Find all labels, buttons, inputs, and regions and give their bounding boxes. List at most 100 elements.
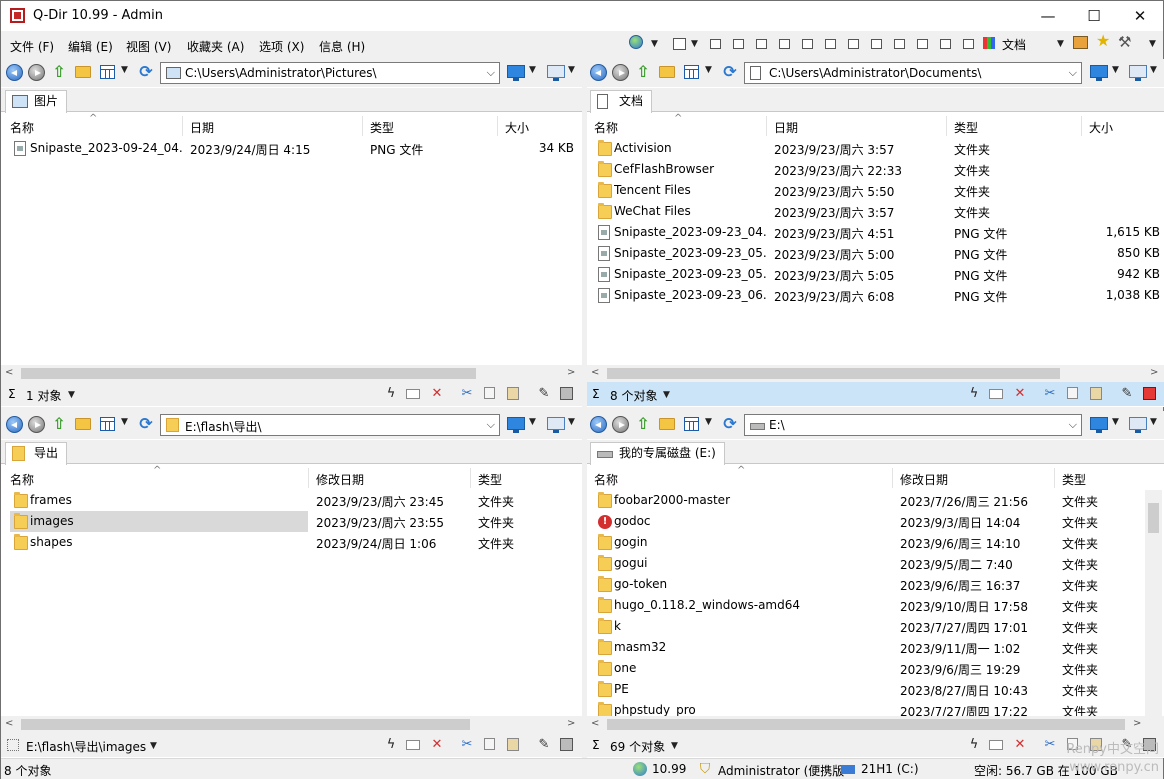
- list-item[interactable]: go-token 2023/9/6/周三 16:37 文件夹: [587, 574, 1164, 595]
- back-icon[interactable]: [6, 416, 23, 433]
- forward-icon[interactable]: [612, 64, 629, 81]
- favorites-star-icon[interactable]: ★: [1096, 33, 1110, 49]
- status-dropdown-icon[interactable]: ▼: [68, 390, 75, 400]
- monitor-icon[interactable]: [507, 65, 525, 81]
- horizontal-scrollbar[interactable]: < >: [1, 716, 582, 733]
- scroll-left-icon[interactable]: <: [591, 367, 599, 378]
- copy-icon[interactable]: [484, 387, 495, 399]
- up-folder-icon[interactable]: ⇧: [51, 63, 67, 81]
- paste-icon[interactable]: [507, 387, 519, 400]
- pane-layout-1-icon[interactable]: [710, 39, 721, 49]
- pane-layout-10-icon[interactable]: [917, 39, 928, 49]
- col-size[interactable]: 大小: [1089, 119, 1113, 136]
- pane-splitter[interactable]: [582, 59, 587, 759]
- scroll-thumb[interactable]: [607, 368, 1060, 379]
- list-item[interactable]: Snipaste_2023-09-23_05... 2023/9/23/周六 5:…: [587, 243, 1164, 264]
- rename-icon[interactable]: [406, 740, 420, 750]
- layout-dropdown-icon[interactable]: ▼: [691, 39, 698, 49]
- list-item[interactable]: Tencent Files 2023/9/23/周六 5:50 文件夹: [587, 180, 1164, 201]
- address-bar[interactable]: C:\Users\Administrator\Documents\ ⌵: [744, 62, 1082, 84]
- list-item[interactable]: Snipaste_2023-09-24_04... 2023/9/24/周日 4:…: [1, 138, 582, 159]
- monitor-dropdown-icon[interactable]: ▼: [529, 417, 536, 427]
- version-label[interactable]: 10.99: [652, 762, 686, 776]
- paste-icon[interactable]: [507, 738, 519, 751]
- scroll-thumb[interactable]: [607, 719, 1125, 730]
- vertical-scrollbar[interactable]: [1145, 490, 1162, 716]
- col-name[interactable]: 名称: [594, 471, 618, 488]
- pane-layout-3-icon[interactable]: [756, 39, 767, 49]
- tab-pictures[interactable]: 图片: [5, 90, 68, 113]
- list-item[interactable]: Activision 2023/9/23/周六 3:57 文件夹: [587, 138, 1164, 159]
- menu-options[interactable]: 选项 (X): [259, 38, 304, 55]
- pane-layout-8-icon[interactable]: [871, 39, 882, 49]
- view-mode-icon[interactable]: [100, 417, 115, 431]
- tab-documents[interactable]: 文档: [590, 90, 653, 113]
- properties-icon[interactable]: [560, 387, 573, 400]
- scroll-thumb[interactable]: [21, 719, 470, 730]
- edit-pen-icon[interactable]: ✎: [537, 387, 551, 401]
- menu-favorites[interactable]: 收藏夹 (A): [187, 38, 244, 55]
- col-divider[interactable]: [1054, 468, 1055, 488]
- pane-layout-4-icon[interactable]: [779, 39, 790, 49]
- menu-info[interactable]: 信息 (H): [319, 38, 365, 55]
- list-item[interactable]: Snipaste_2023-09-23_04... 2023/9/23/周六 4:…: [587, 222, 1164, 243]
- monitor-icon[interactable]: [1090, 417, 1108, 433]
- new-folder-icon[interactable]: [75, 418, 91, 430]
- desktop-dropdown-icon[interactable]: ▼: [1150, 417, 1157, 427]
- cut-icon[interactable]: ✂: [460, 387, 474, 401]
- delete-icon[interactable]: ✕: [1013, 738, 1027, 752]
- address-bar[interactable]: E:\ ⌵: [744, 414, 1082, 436]
- monitor-dropdown-icon[interactable]: ▼: [529, 65, 536, 75]
- col-divider[interactable]: [766, 116, 767, 136]
- list-item[interactable]: k 2023/7/27/周四 17:01 文件夹: [587, 616, 1164, 637]
- address-text[interactable]: E:\flash\导出\: [185, 418, 262, 435]
- monitor-icon[interactable]: [507, 417, 525, 433]
- list-item[interactable]: foobar2000-master 2023/7/26/周三 21:56 文件夹: [587, 490, 1164, 511]
- pane-layout-12-icon[interactable]: [963, 39, 974, 49]
- col-modified[interactable]: 修改日期: [316, 471, 364, 488]
- color-filter-icon[interactable]: [983, 37, 995, 49]
- refresh-icon[interactable]: ⟳: [721, 63, 739, 81]
- col-type[interactable]: 类型: [370, 119, 394, 136]
- tab-export[interactable]: 导出: [5, 442, 68, 465]
- object-count[interactable]: 8 个对象: [610, 387, 657, 404]
- col-divider[interactable]: [946, 116, 947, 136]
- col-size[interactable]: 大小: [505, 119, 529, 136]
- address-dropdown-icon[interactable]: ⌵: [1069, 418, 1077, 432]
- lightning-icon[interactable]: ϟ: [384, 387, 398, 401]
- desktop-icon[interactable]: [547, 417, 565, 433]
- scroll-left-icon[interactable]: <: [5, 367, 13, 378]
- list-item[interactable]: Snipaste_2023-09-23_05... 2023/9/23/周六 5:…: [587, 264, 1164, 285]
- col-divider[interactable]: [1081, 116, 1082, 136]
- pane-layout-5-icon[interactable]: [802, 39, 813, 49]
- view-mode-dropdown-icon[interactable]: ▼: [705, 65, 712, 75]
- address-dropdown-icon[interactable]: ⌵: [1069, 66, 1077, 80]
- col-divider[interactable]: [470, 468, 471, 488]
- delete-icon[interactable]: ✕: [430, 738, 444, 752]
- scroll-left-icon[interactable]: <: [5, 718, 13, 729]
- pane-layout-9-icon[interactable]: [894, 39, 905, 49]
- tools-icon[interactable]: ⚒: [1118, 34, 1132, 50]
- col-divider[interactable]: [182, 116, 183, 136]
- doc-label[interactable]: 文档: [1002, 36, 1026, 53]
- status-dropdown-icon[interactable]: ▼: [663, 390, 670, 400]
- horizontal-scrollbar[interactable]: < >: [1, 365, 582, 382]
- col-name[interactable]: 名称: [10, 471, 34, 488]
- pane-layout-2-icon[interactable]: [733, 39, 744, 49]
- list-item[interactable]: PE 2023/8/27/周日 10:43 文件夹: [587, 679, 1164, 700]
- up-folder-icon[interactable]: ⇧: [635, 63, 651, 81]
- globe-icon[interactable]: [633, 762, 647, 776]
- monitor-icon[interactable]: [1090, 65, 1108, 81]
- list-item[interactable]: frames 2023/9/23/周六 23:45 文件夹: [1, 490, 582, 511]
- close-button[interactable]: ✕: [1117, 1, 1163, 31]
- cut-icon[interactable]: ✂: [460, 738, 474, 752]
- status-dropdown-icon[interactable]: ▼: [671, 741, 678, 751]
- edit-pen-icon[interactable]: ✎: [537, 738, 551, 752]
- maximize-button[interactable]: ☐: [1071, 1, 1117, 31]
- object-count[interactable]: 69 个对象: [610, 738, 665, 755]
- refresh-icon[interactable]: ⟳: [721, 415, 739, 433]
- scroll-right-icon[interactable]: >: [567, 718, 575, 729]
- col-divider[interactable]: [362, 116, 363, 136]
- copy-icon[interactable]: [484, 738, 495, 750]
- menu-view[interactable]: 视图 (V): [126, 38, 171, 55]
